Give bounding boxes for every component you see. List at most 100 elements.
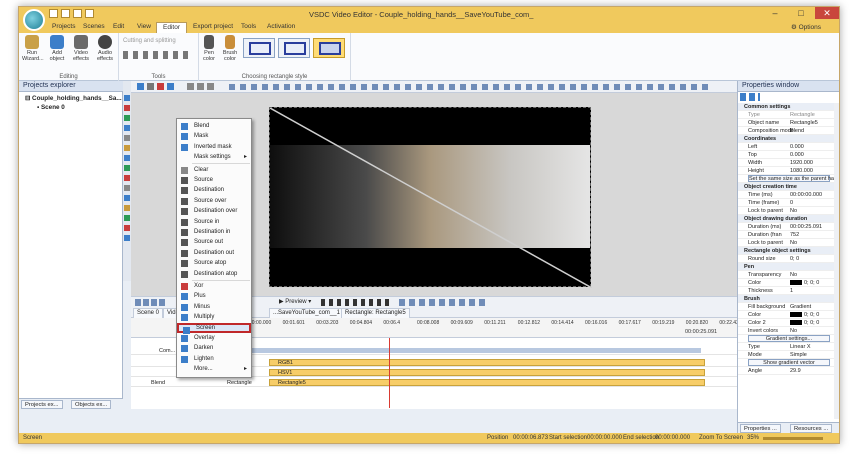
pen-color-button[interactable]: Pen color <box>199 35 219 62</box>
menu-item-clear[interactable]: Clear <box>177 165 251 175</box>
paste-icon[interactable] <box>147 83 154 90</box>
property-row[interactable]: Color 0; 0; 0 <box>738 279 834 287</box>
menu-item-darken[interactable]: Darken <box>177 343 251 353</box>
property-value[interactable]: 0; 0; 0 <box>790 312 819 318</box>
rect-style-3-selected[interactable] <box>313 38 345 58</box>
add-object-button[interactable]: Add object <box>47 35 67 62</box>
menu-view[interactable]: View <box>131 22 157 33</box>
tab-properties[interactable]: Properties ... <box>740 424 781 433</box>
menu-item-source-in[interactable]: Source in <box>177 217 251 227</box>
property-name[interactable]: Set the same size as the parent has <box>748 175 834 182</box>
run-wizard-button[interactable]: Run Wizard... <box>22 35 44 62</box>
tools-icons[interactable] <box>123 51 193 59</box>
property-row[interactable]: Object name Rectangle5 <box>738 119 834 127</box>
scene-bar[interactable] <box>249 348 701 353</box>
menu-item-source[interactable]: Source <box>177 175 251 185</box>
property-row[interactable]: Time (frame) 0 <box>738 199 834 207</box>
rotate-icon[interactable] <box>167 83 174 90</box>
cursor-icon[interactable] <box>124 95 130 101</box>
property-row[interactable]: Lock to parent No <box>738 207 834 215</box>
property-row[interactable]: Invert colors No <box>738 327 834 335</box>
menu-item-source-atop[interactable]: Source atop <box>177 258 251 268</box>
menu-item-blend[interactable]: Blend <box>177 121 251 131</box>
copy-icon[interactable] <box>137 83 144 90</box>
property-row[interactable]: Fill background Gradient <box>738 303 834 311</box>
property-row[interactable]: Angle 29.9 <box>738 367 834 375</box>
property-row[interactable]: Type Linear X <box>738 343 834 351</box>
property-row[interactable]: Thickness 1 <box>738 287 834 295</box>
subtitle-icon[interactable] <box>124 145 130 151</box>
property-row[interactable]: Transparency No <box>738 271 834 279</box>
delete-icon[interactable] <box>157 83 164 90</box>
tab-projects-explorer[interactable]: Projects ex... <box>21 400 63 409</box>
timeline-cursor[interactable] <box>389 338 390 408</box>
record-icon[interactable] <box>124 105 130 111</box>
clip-hsv1[interactable]: HSV1 <box>269 369 705 376</box>
property-button[interactable]: Set the same size as the parent has <box>738 175 834 183</box>
audio-effects-button[interactable]: Audio effects <box>95 35 115 62</box>
transport-controls[interactable] <box>321 299 391 306</box>
menu-item-source-over[interactable]: Source over <box>177 196 251 206</box>
property-value[interactable]: 0.000 <box>790 144 804 150</box>
undo-icon[interactable] <box>85 9 94 18</box>
align-center-icon[interactable] <box>197 83 204 90</box>
menu-tools[interactable]: Tools <box>235 22 262 33</box>
property-value[interactable]: 0; 0; 0 <box>790 280 819 286</box>
close-button[interactable]: ✕ <box>815 7 839 19</box>
preview-button[interactable]: ▶ Preview ▾ <box>279 298 311 305</box>
property-value[interactable]: Rectangle5 <box>790 120 818 126</box>
align-left-icon[interactable] <box>187 83 194 90</box>
layout-tools-icons[interactable] <box>229 84 709 90</box>
ellipse-icon[interactable] <box>124 175 130 181</box>
property-value[interactable]: No <box>790 208 797 214</box>
property-value[interactable]: Linear X <box>790 344 811 350</box>
tab-scene-0[interactable]: Scene 0 <box>133 308 164 318</box>
scene-node[interactable]: ▪ Scene 0 <box>37 104 65 111</box>
video-frame[interactable] <box>269 107 592 288</box>
property-value[interactable]: 00:00:25.091 <box>790 224 822 230</box>
property-section[interactable]: Rectangle object settings <box>738 247 834 255</box>
new-icon[interactable] <box>73 9 82 18</box>
property-section[interactable]: Pen <box>738 263 834 271</box>
property-row[interactable]: Left 0.000 <box>738 143 834 151</box>
property-row[interactable]: Mode Simple <box>738 351 834 359</box>
property-row[interactable]: Composition mode Blend <box>738 127 834 135</box>
zoom-to-screen[interactable]: Zoom To Screen <box>699 435 743 441</box>
track-row-rectangle[interactable]: Blend Rectangle Rectangle5 <box>131 379 737 387</box>
menu-item-destination[interactable]: Destination <box>177 185 251 195</box>
sprite-icon[interactable] <box>124 205 130 211</box>
property-value[interactable]: No <box>790 240 797 246</box>
zoom-slider[interactable] <box>763 437 823 440</box>
property-value[interactable]: 1 <box>790 288 793 294</box>
property-value[interactable]: 0 <box>790 200 793 206</box>
move-icon[interactable] <box>124 235 130 241</box>
counter-icon[interactable] <box>124 225 130 231</box>
property-section[interactable]: Object creation time <box>738 183 834 191</box>
menu-export-project[interactable]: Export project <box>187 22 239 33</box>
open-icon[interactable] <box>61 9 70 18</box>
property-value[interactable]: No <box>790 328 797 334</box>
menu-item-destination-in[interactable]: Destination in <box>177 227 251 237</box>
menu-item-source-out[interactable]: Source out <box>177 237 251 247</box>
property-value[interactable]: 0; 0; 0 <box>790 320 819 326</box>
property-row[interactable]: Duration (fran 752 <box>738 231 834 239</box>
chart-icon[interactable] <box>124 195 130 201</box>
maximize-button[interactable]: □ <box>789 7 813 19</box>
properties-scrollbar[interactable] <box>834 103 839 419</box>
rectangle-icon[interactable] <box>124 165 130 171</box>
property-button[interactable]: Gradient settings... <box>738 335 834 343</box>
text-icon[interactable] <box>124 135 130 141</box>
property-name[interactable]: Show gradient vector <box>748 359 830 366</box>
property-value[interactable]: Rectangle <box>790 112 815 118</box>
clip-rectangle5[interactable]: Rectangle5 <box>269 379 705 386</box>
menu-item-xor[interactable]: Xor <box>177 281 251 291</box>
color-swatch[interactable] <box>790 320 802 326</box>
project-node[interactable]: ⊟ Couple_holding_hands__Sa... <box>25 95 122 102</box>
property-value[interactable]: No <box>790 272 797 278</box>
property-row[interactable]: Width 1920.000 <box>738 159 834 167</box>
property-name[interactable]: Gradient settings... <box>748 335 830 342</box>
color-swatch[interactable] <box>790 280 802 286</box>
property-section[interactable]: Coordinates <box>738 135 834 143</box>
image-icon[interactable] <box>124 125 130 131</box>
property-row[interactable]: Lock to parent No <box>738 239 834 247</box>
